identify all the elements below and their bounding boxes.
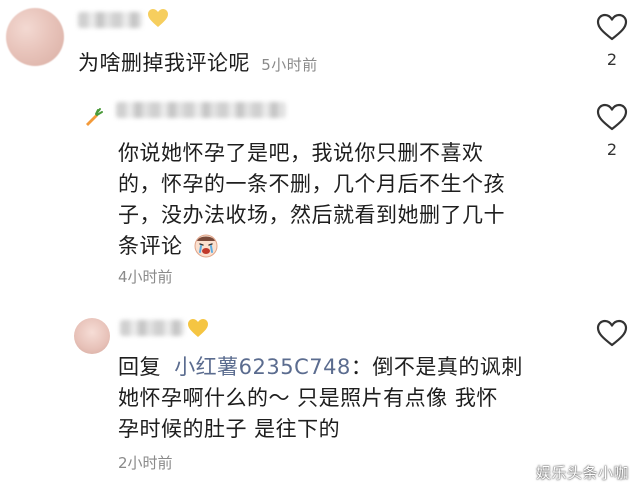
reply-time: 2小时前 bbox=[118, 454, 173, 472]
carrot-icon bbox=[82, 106, 104, 128]
username-blurred[interactable] bbox=[78, 12, 142, 28]
reply-text-line: 子，没办法收场，然后就看到她删了几十 bbox=[118, 203, 505, 227]
like-count: 2 bbox=[606, 50, 618, 69]
heart-outline-icon bbox=[596, 13, 628, 41]
reply-text: 回复 小红薯6235C748：倒不是真的讽刺 她怀孕啊什么的～ 只是照片有点像 … bbox=[118, 352, 588, 445]
avatar[interactable] bbox=[74, 318, 110, 354]
avatar[interactable] bbox=[6, 8, 64, 66]
reply-text-line: 的，怀孕的一条不删，几个月后不生个孩 bbox=[118, 172, 505, 196]
like-button[interactable] bbox=[592, 318, 632, 352]
reply-time: 4小时前 bbox=[118, 268, 173, 286]
like-button[interactable] bbox=[592, 12, 632, 46]
reply-prefix: 回复 bbox=[118, 355, 161, 379]
reply-target-user[interactable]: 小红薯6235C748 bbox=[174, 355, 351, 379]
like-count: 2 bbox=[606, 140, 618, 159]
username-blurred[interactable] bbox=[116, 102, 286, 118]
like-button[interactable] bbox=[592, 102, 632, 136]
heart-outline-icon bbox=[596, 319, 628, 347]
reply-text-line: 你说她怀孕了是吧，我说你只删不喜欢 bbox=[118, 141, 484, 165]
comment-text: 为啥删掉我评论呢 5小时前 bbox=[78, 51, 318, 75]
comment-time: 5小时前 bbox=[261, 56, 318, 74]
reply-text-line: 她怀孕啊什么的～ 只是照片有点像 我怀 bbox=[118, 386, 498, 410]
reply-text: 你说她怀孕了是吧，我说你只删不喜欢 的，怀孕的一条不删，几个月后不生个孩 子，没… bbox=[118, 138, 578, 268]
heart-outline-icon bbox=[596, 103, 628, 131]
username-blurred[interactable] bbox=[120, 320, 184, 336]
reply-text-line: 条评论 bbox=[118, 231, 578, 268]
reply-text-line: 孕时候的肚子 是往下的 bbox=[118, 417, 341, 441]
reply-text-line: 回复 小红薯6235C748：倒不是真的讽刺 bbox=[118, 355, 523, 379]
yellow-heart-icon bbox=[186, 316, 210, 340]
watermark: 娱乐头条小咖 bbox=[536, 464, 630, 482]
crying-emoji-icon bbox=[192, 231, 220, 268]
yellow-heart-icon bbox=[146, 6, 170, 30]
